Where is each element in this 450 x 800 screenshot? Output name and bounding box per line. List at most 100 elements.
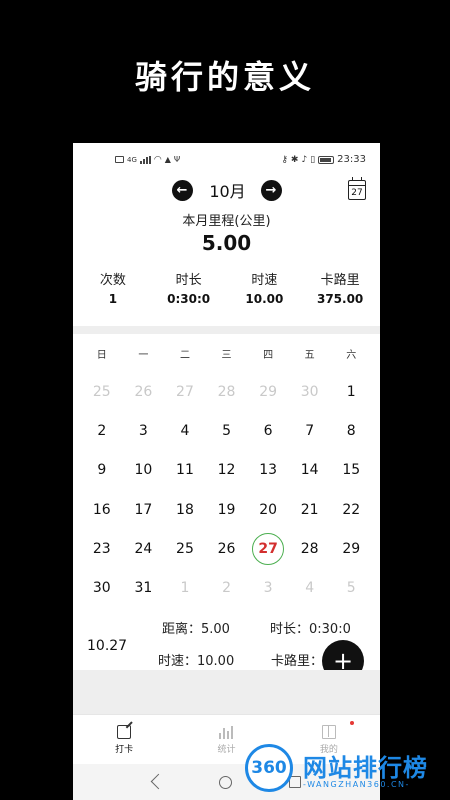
calendar-day[interactable]: 26 [206,533,248,565]
calendar-day[interactable]: 29 [330,533,372,565]
calendar-day[interactable]: 20 [247,494,289,526]
day-number: 29 [259,383,278,400]
day-number: 28 [300,540,319,557]
calendar-day[interactable]: 11 [164,454,206,486]
calendar-day[interactable]: 2 [206,572,248,604]
stats-row: 次数 1 时长 0:30:0 时速 10.00 卡路里 375.00 [73,269,380,306]
calendar-day[interactable]: 24 [123,533,165,565]
day-number: 15 [342,462,361,479]
monthly-distance-label: 本月里程(公里) [182,214,271,229]
calendar-day[interactable]: 15 [330,454,372,486]
day-number: 14 [300,462,319,479]
calendar-day[interactable]: 3 [123,415,165,447]
day-number: 30 [300,383,319,400]
calendar-day[interactable]: 28 [289,533,331,565]
battery-icon [318,155,335,164]
calendar-week: 30 31 1 2 3 4 5 [81,568,372,607]
calendar-day[interactable]: 16 [81,494,123,526]
calendar-week: 16 17 18 19 20 21 22 [81,490,372,529]
calendar-day[interactable]: 7 [289,415,331,447]
day-number: 5 [346,580,356,597]
calendar-day[interactable]: 27 [164,376,206,408]
calendar-day[interactable]: 22 [330,494,372,526]
calendar-day[interactable]: 21 [289,494,331,526]
day-number: 24 [134,540,153,557]
calendar-day[interactable]: 19 [206,494,248,526]
detail-date: 10.27 [87,637,128,654]
back-icon[interactable] [152,776,162,788]
calendar-day[interactable]: 25 [81,376,123,408]
calendar-day[interactable]: 26 [123,376,165,408]
tab-label: 打卡 [115,744,134,755]
status-bar: 4G ◠ ▲ Ψ ⚷ ✱ ♪ ▯ 23:33 [73,143,380,176]
weekday-label: 日 [96,349,107,361]
calendar-day[interactable]: 28 [206,376,248,408]
home-icon[interactable] [218,775,232,789]
calendar-day[interactable]: 5 [206,415,248,447]
stat-value: 10.00 [245,292,284,306]
stat-label: 时速 [251,273,278,288]
checkin-edit-icon [117,724,132,739]
calendar-day[interactable]: 3 [247,572,289,604]
stat-value: 0:30:0 [167,292,211,306]
calendar-day[interactable]: 8 [330,415,372,447]
watermark-logo: 360 [245,744,293,792]
day-number: 7 [305,422,315,439]
calendar-day[interactable]: 2 [81,415,123,447]
calendar-day[interactable]: 6 [247,415,289,447]
calendar-day[interactable]: 9 [81,454,123,486]
calendar-day[interactable]: 4 [289,572,331,604]
calendar-day[interactable]: 13 [247,454,289,486]
stat-label: 时长 [175,273,202,288]
day-number: 5 [222,422,231,439]
calendar-day[interactable]: 14 [289,454,331,486]
stat-calories: 卡路里 375.00 [302,269,378,306]
wifi-icon: ◠ [153,154,162,165]
status-time: 23:33 [337,154,366,165]
calendar-day[interactable]: 1 [164,572,206,604]
calendar-week: 25 26 27 28 29 30 1 [81,372,372,411]
current-month: 10月 [209,182,246,201]
calendar-today-button[interactable]: 27 [348,177,366,200]
calendar-day[interactable]: 29 [247,376,289,408]
calendar-day[interactable]: 30 [81,572,123,604]
calendar-day[interactable]: 4 [164,415,206,447]
key-icon: ⚷ [281,154,288,165]
weekday-label: 三 [221,349,232,361]
day-number: 30 [92,580,111,597]
weekday-label: 一 [138,349,149,361]
section-divider [73,326,380,334]
day-number: 26 [134,383,153,400]
calendar-day[interactable]: 23 [81,533,123,565]
day-number: 9 [97,462,107,479]
calendar-day[interactable]: 31 [123,572,165,604]
calendar-day[interactable]: 5 [330,572,372,604]
calendar-day[interactable]: 30 [289,376,331,408]
status-left: 4G ◠ ▲ Ψ [115,155,180,165]
calendar-day[interactable]: 10 [123,454,165,486]
day-number: 13 [259,462,278,479]
promo-title: 骑行的意义 [134,58,315,96]
calendar-day[interactable]: 25 [164,533,206,565]
status-right: ⚷ ✱ ♪ ▯ 23:33 [281,154,366,165]
calendar-day[interactable]: 18 [164,494,206,526]
watermark-url: -WANGZHAN360.CN- [303,780,410,789]
prev-month-button[interactable]: ← [171,179,193,201]
stat-label: 卡路里 [320,273,360,288]
tab-checkin[interactable]: 打卡 [73,715,175,764]
day-number: 1 [180,580,190,597]
stat-value: 375.00 [316,292,364,306]
detail-calories: 卡路里： [271,653,324,669]
next-month-button[interactable]: → [260,179,282,201]
calendar-day-today[interactable]: 27 [247,532,289,565]
day-number: 6 [263,422,273,439]
calendar-day[interactable]: 12 [206,454,248,486]
arrow-left-icon: ← [176,182,188,198]
calendar-day[interactable]: 1 [330,376,372,408]
day-number: 10 [134,462,153,479]
phone-screen: 4G ◠ ▲ Ψ ⚷ ✱ ♪ ▯ 23:33 ← 10月 → 27 本月里程(公… [73,143,380,800]
calendar-week: 9 10 11 12 13 14 15 [81,451,372,490]
network-type: 4G [127,155,137,164]
calendar-day[interactable]: 17 [123,494,165,526]
weekday-header: 日 一 二 三 四 五 六 [73,334,380,372]
